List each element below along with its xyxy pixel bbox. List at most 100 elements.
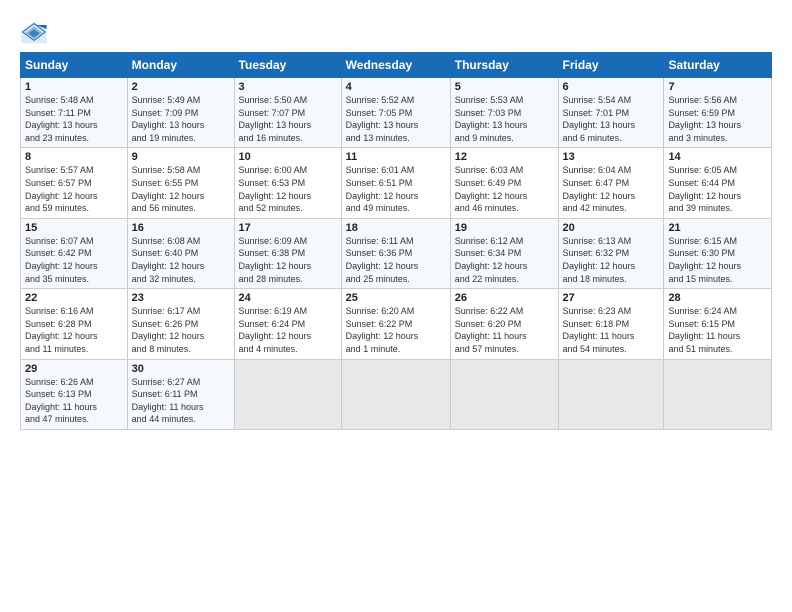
calendar-cell: 30Sunrise: 6:27 AM Sunset: 6:11 PM Dayli… <box>127 359 234 429</box>
calendar-cell: 21Sunrise: 6:15 AM Sunset: 6:30 PM Dayli… <box>664 218 772 288</box>
calendar-cell <box>341 359 450 429</box>
calendar-header-saturday: Saturday <box>664 53 772 78</box>
day-detail: Sunrise: 5:56 AM Sunset: 6:59 PM Dayligh… <box>668 94 767 144</box>
calendar-cell: 18Sunrise: 6:11 AM Sunset: 6:36 PM Dayli… <box>341 218 450 288</box>
day-number: 11 <box>346 151 446 163</box>
day-number: 7 <box>668 81 767 93</box>
day-detail: Sunrise: 6:09 AM Sunset: 6:38 PM Dayligh… <box>239 235 337 285</box>
day-number: 14 <box>668 151 767 163</box>
day-detail: Sunrise: 5:53 AM Sunset: 7:03 PM Dayligh… <box>455 94 554 144</box>
day-number: 2 <box>132 81 230 93</box>
calendar-header-thursday: Thursday <box>450 53 558 78</box>
calendar-cell: 4Sunrise: 5:52 AM Sunset: 7:05 PM Daylig… <box>341 78 450 148</box>
day-detail: Sunrise: 6:08 AM Sunset: 6:40 PM Dayligh… <box>132 235 230 285</box>
calendar-cell: 29Sunrise: 6:26 AM Sunset: 6:13 PM Dayli… <box>21 359 128 429</box>
day-detail: Sunrise: 5:52 AM Sunset: 7:05 PM Dayligh… <box>346 94 446 144</box>
day-number: 25 <box>346 292 446 304</box>
calendar-cell: 10Sunrise: 6:00 AM Sunset: 6:53 PM Dayli… <box>234 148 341 218</box>
day-detail: Sunrise: 6:07 AM Sunset: 6:42 PM Dayligh… <box>25 235 123 285</box>
day-detail: Sunrise: 5:57 AM Sunset: 6:57 PM Dayligh… <box>25 164 123 214</box>
day-detail: Sunrise: 6:27 AM Sunset: 6:11 PM Dayligh… <box>132 376 230 426</box>
day-number: 27 <box>563 292 660 304</box>
day-number: 22 <box>25 292 123 304</box>
day-detail: Sunrise: 6:13 AM Sunset: 6:32 PM Dayligh… <box>563 235 660 285</box>
day-detail: Sunrise: 6:00 AM Sunset: 6:53 PM Dayligh… <box>239 164 337 214</box>
calendar-cell <box>450 359 558 429</box>
day-number: 4 <box>346 81 446 93</box>
calendar-cell: 3Sunrise: 5:50 AM Sunset: 7:07 PM Daylig… <box>234 78 341 148</box>
calendar-table: SundayMondayTuesdayWednesdayThursdayFrid… <box>20 52 772 430</box>
day-detail: Sunrise: 6:19 AM Sunset: 6:24 PM Dayligh… <box>239 305 337 355</box>
day-number: 30 <box>132 363 230 375</box>
day-detail: Sunrise: 6:17 AM Sunset: 6:26 PM Dayligh… <box>132 305 230 355</box>
day-detail: Sunrise: 6:03 AM Sunset: 6:49 PM Dayligh… <box>455 164 554 214</box>
day-detail: Sunrise: 6:04 AM Sunset: 6:47 PM Dayligh… <box>563 164 660 214</box>
day-detail: Sunrise: 5:50 AM Sunset: 7:07 PM Dayligh… <box>239 94 337 144</box>
calendar-cell: 15Sunrise: 6:07 AM Sunset: 6:42 PM Dayli… <box>21 218 128 288</box>
calendar-cell: 27Sunrise: 6:23 AM Sunset: 6:18 PM Dayli… <box>558 289 664 359</box>
day-detail: Sunrise: 5:49 AM Sunset: 7:09 PM Dayligh… <box>132 94 230 144</box>
header <box>20 18 772 46</box>
day-detail: Sunrise: 6:26 AM Sunset: 6:13 PM Dayligh… <box>25 376 123 426</box>
calendar-cell: 14Sunrise: 6:05 AM Sunset: 6:44 PM Dayli… <box>664 148 772 218</box>
calendar-header-sunday: Sunday <box>21 53 128 78</box>
day-detail: Sunrise: 6:12 AM Sunset: 6:34 PM Dayligh… <box>455 235 554 285</box>
day-detail: Sunrise: 5:54 AM Sunset: 7:01 PM Dayligh… <box>563 94 660 144</box>
day-number: 18 <box>346 222 446 234</box>
calendar-cell: 23Sunrise: 6:17 AM Sunset: 6:26 PM Dayli… <box>127 289 234 359</box>
day-number: 6 <box>563 81 660 93</box>
calendar-cell <box>558 359 664 429</box>
calendar-cell: 28Sunrise: 6:24 AM Sunset: 6:15 PM Dayli… <box>664 289 772 359</box>
calendar-header-friday: Friday <box>558 53 664 78</box>
calendar-cell: 19Sunrise: 6:12 AM Sunset: 6:34 PM Dayli… <box>450 218 558 288</box>
calendar-cell: 9Sunrise: 5:58 AM Sunset: 6:55 PM Daylig… <box>127 148 234 218</box>
day-number: 29 <box>25 363 123 375</box>
day-detail: Sunrise: 6:22 AM Sunset: 6:20 PM Dayligh… <box>455 305 554 355</box>
calendar-week-2: 8Sunrise: 5:57 AM Sunset: 6:57 PM Daylig… <box>21 148 772 218</box>
day-number: 28 <box>668 292 767 304</box>
day-detail: Sunrise: 5:48 AM Sunset: 7:11 PM Dayligh… <box>25 94 123 144</box>
calendar-cell: 26Sunrise: 6:22 AM Sunset: 6:20 PM Dayli… <box>450 289 558 359</box>
calendar-header-row: SundayMondayTuesdayWednesdayThursdayFrid… <box>21 53 772 78</box>
calendar-cell <box>664 359 772 429</box>
calendar-cell: 12Sunrise: 6:03 AM Sunset: 6:49 PM Dayli… <box>450 148 558 218</box>
day-number: 16 <box>132 222 230 234</box>
day-number: 9 <box>132 151 230 163</box>
calendar-cell: 16Sunrise: 6:08 AM Sunset: 6:40 PM Dayli… <box>127 218 234 288</box>
day-number: 23 <box>132 292 230 304</box>
day-detail: Sunrise: 6:23 AM Sunset: 6:18 PM Dayligh… <box>563 305 660 355</box>
day-detail: Sunrise: 6:16 AM Sunset: 6:28 PM Dayligh… <box>25 305 123 355</box>
calendar-header-wednesday: Wednesday <box>341 53 450 78</box>
calendar-cell: 7Sunrise: 5:56 AM Sunset: 6:59 PM Daylig… <box>664 78 772 148</box>
day-number: 21 <box>668 222 767 234</box>
calendar-cell: 20Sunrise: 6:13 AM Sunset: 6:32 PM Dayli… <box>558 218 664 288</box>
day-number: 12 <box>455 151 554 163</box>
day-number: 24 <box>239 292 337 304</box>
calendar-header-tuesday: Tuesday <box>234 53 341 78</box>
calendar-cell: 5Sunrise: 5:53 AM Sunset: 7:03 PM Daylig… <box>450 78 558 148</box>
day-number: 17 <box>239 222 337 234</box>
calendar-cell: 1Sunrise: 5:48 AM Sunset: 7:11 PM Daylig… <box>21 78 128 148</box>
calendar-week-4: 22Sunrise: 6:16 AM Sunset: 6:28 PM Dayli… <box>21 289 772 359</box>
logo <box>20 18 52 46</box>
calendar-cell: 8Sunrise: 5:57 AM Sunset: 6:57 PM Daylig… <box>21 148 128 218</box>
calendar-cell: 22Sunrise: 6:16 AM Sunset: 6:28 PM Dayli… <box>21 289 128 359</box>
day-number: 3 <box>239 81 337 93</box>
calendar-cell: 17Sunrise: 6:09 AM Sunset: 6:38 PM Dayli… <box>234 218 341 288</box>
logo-icon <box>20 18 48 46</box>
calendar-cell: 2Sunrise: 5:49 AM Sunset: 7:09 PM Daylig… <box>127 78 234 148</box>
day-number: 13 <box>563 151 660 163</box>
day-number: 19 <box>455 222 554 234</box>
day-detail: Sunrise: 6:01 AM Sunset: 6:51 PM Dayligh… <box>346 164 446 214</box>
day-number: 15 <box>25 222 123 234</box>
calendar-week-5: 29Sunrise: 6:26 AM Sunset: 6:13 PM Dayli… <box>21 359 772 429</box>
calendar-cell: 13Sunrise: 6:04 AM Sunset: 6:47 PM Dayli… <box>558 148 664 218</box>
day-number: 20 <box>563 222 660 234</box>
calendar-cell: 11Sunrise: 6:01 AM Sunset: 6:51 PM Dayli… <box>341 148 450 218</box>
calendar-week-1: 1Sunrise: 5:48 AM Sunset: 7:11 PM Daylig… <box>21 78 772 148</box>
page: SundayMondayTuesdayWednesdayThursdayFrid… <box>0 0 792 612</box>
calendar-cell: 24Sunrise: 6:19 AM Sunset: 6:24 PM Dayli… <box>234 289 341 359</box>
calendar-cell: 25Sunrise: 6:20 AM Sunset: 6:22 PM Dayli… <box>341 289 450 359</box>
day-number: 1 <box>25 81 123 93</box>
day-detail: Sunrise: 6:11 AM Sunset: 6:36 PM Dayligh… <box>346 235 446 285</box>
